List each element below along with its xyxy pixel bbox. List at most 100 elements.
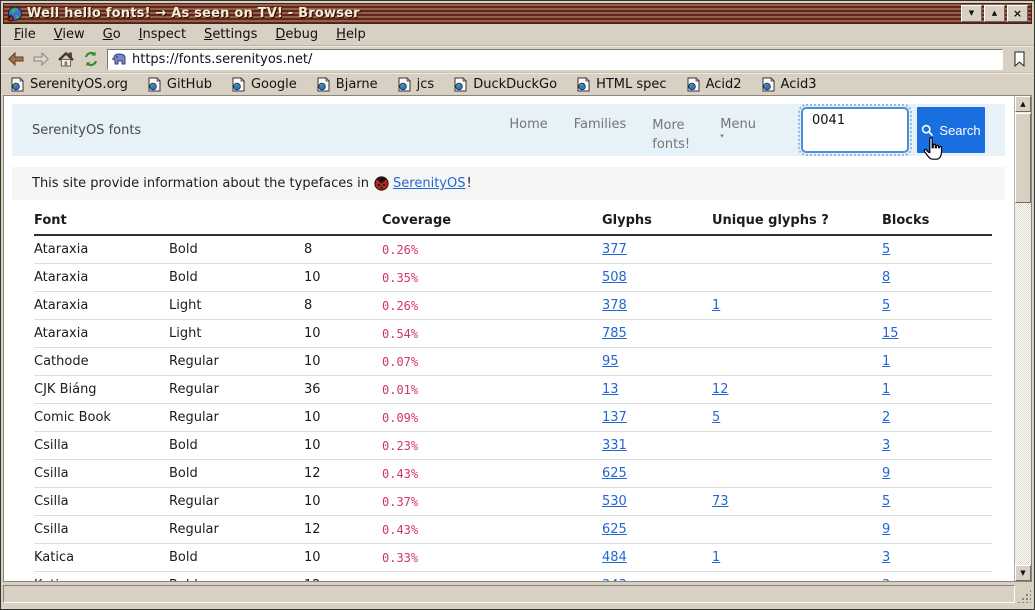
bookmark-acid2[interactable]: Acid2 xyxy=(686,77,742,92)
nav-families[interactable]: Families xyxy=(574,117,627,155)
blocks-link[interactable]: 2 xyxy=(882,410,992,425)
blocks-link[interactable]: 8 xyxy=(882,270,992,285)
bookmark-ribbon-icon[interactable] xyxy=(1010,50,1028,68)
unique-glyphs-link[interactable]: 73 xyxy=(712,494,882,509)
menu-go[interactable]: Go xyxy=(94,26,130,43)
bookmark-acid3[interactable]: Acid3 xyxy=(761,77,817,92)
vertical-scrollbar[interactable]: ▲ ▼ xyxy=(1014,96,1031,581)
glyphs-link[interactable]: 137 xyxy=(602,410,712,425)
unique-glyphs-link[interactable]: 1 xyxy=(712,298,882,313)
web-page: SerenityOS fonts HomeFamiliesMore fonts!… xyxy=(4,96,1014,581)
menu-inspect[interactable]: Inspect xyxy=(130,26,195,43)
glyphs-link[interactable]: 625 xyxy=(602,466,712,481)
font-name: Katica xyxy=(34,578,169,581)
page-globe-icon xyxy=(576,77,590,92)
coverage-percent: 0.43% xyxy=(382,467,462,481)
blocks-link[interactable]: 5 xyxy=(882,242,992,257)
table-header-row: Font Coverage Glyphs Unique glyphs ? Blo… xyxy=(34,206,992,236)
blocks-link[interactable]: 3 xyxy=(882,578,992,581)
address-bar[interactable]: https://fonts.serenityos.net/ xyxy=(107,49,1003,70)
blocks-link[interactable]: 3 xyxy=(882,550,992,565)
menu-view[interactable]: View xyxy=(45,26,94,43)
glyphs-link[interactable]: 378 xyxy=(602,298,712,313)
minimize-button[interactable]: ▼ xyxy=(961,5,982,22)
table-row: Ataraxia Light 10 0.54% 785 15 xyxy=(34,320,992,348)
glyphs-link[interactable]: 377 xyxy=(602,242,712,257)
glyphs-link[interactable]: 95 xyxy=(602,354,712,369)
unique-glyphs-link[interactable]: 5 xyxy=(712,410,882,425)
url-text: https://fonts.serenityos.net/ xyxy=(132,52,312,67)
intro-prefix: This site provide information about the … xyxy=(32,176,369,191)
coverage-percent: 0.09% xyxy=(382,411,462,425)
coverage-percent: 0.07% xyxy=(382,355,462,369)
back-button[interactable] xyxy=(7,50,25,68)
title-bar[interactable]: Well hello fonts! → As seen on TV! - Bro… xyxy=(3,3,1032,24)
blocks-link[interactable]: 15 xyxy=(882,326,992,341)
glyphs-link[interactable]: 530 xyxy=(602,494,712,509)
page-globe-icon xyxy=(397,77,411,92)
glyphs-link[interactable]: 484 xyxy=(602,550,712,565)
bookmark-github[interactable]: GitHub xyxy=(147,77,212,92)
nav-more-fonts-[interactable]: More fonts! xyxy=(652,117,694,155)
col-header-glyphs: Glyphs xyxy=(602,213,712,228)
blocks-link[interactable]: 1 xyxy=(882,354,992,369)
glyphs-link[interactable]: 785 xyxy=(602,326,712,341)
search-input[interactable]: 0041 xyxy=(801,107,909,153)
bookmark-label: Acid2 xyxy=(706,77,742,92)
search-button[interactable]: Search xyxy=(917,107,985,153)
glyphs-link[interactable]: 625 xyxy=(602,522,712,537)
nav-home[interactable]: Home xyxy=(509,117,547,155)
blocks-link[interactable]: 9 xyxy=(882,522,992,537)
browser-globe-ladybug-icon xyxy=(7,6,23,22)
bookmark-google[interactable]: Google xyxy=(231,77,297,92)
glyphs-link[interactable]: 508 xyxy=(602,270,712,285)
glyphs-link[interactable]: 331 xyxy=(602,438,712,453)
site-nav: Home Families More fonts! Menu▾ xyxy=(509,104,756,155)
coverage-percent: 0.33% xyxy=(382,551,462,565)
table-row: Ataraxia Light 8 0.26% 378 1 5 xyxy=(34,292,992,320)
font-style: Bold xyxy=(169,438,304,453)
scrollbar-thumb[interactable] xyxy=(1015,113,1031,203)
bookmark-serenityos-org[interactable]: SerenityOS.org xyxy=(10,77,128,92)
intro-text: This site provide information about the … xyxy=(12,167,1005,200)
resize-grip-icon[interactable] xyxy=(1017,589,1031,603)
bookmark-bjarne[interactable]: Bjarne xyxy=(316,77,378,92)
bookmark-duckduckgo[interactable]: DuckDuckGo xyxy=(453,77,557,92)
close-button[interactable]: × xyxy=(1007,5,1028,22)
home-button[interactable] xyxy=(57,50,75,68)
page-globe-icon xyxy=(316,77,330,92)
fonts-table: Font Coverage Glyphs Unique glyphs ? Blo… xyxy=(34,206,992,581)
unique-glyphs-link[interactable]: 1 xyxy=(712,550,882,565)
serenityos-link[interactable]: SerenityOS xyxy=(393,176,465,191)
menu-help[interactable]: Help xyxy=(327,26,375,43)
nav-menu[interactable]: Menu▾ xyxy=(720,117,756,155)
unique-glyphs-link[interactable]: 12 xyxy=(712,382,882,397)
font-size: 10 xyxy=(304,326,382,341)
font-style: Bold xyxy=(169,466,304,481)
bookmark-jcs[interactable]: jcs xyxy=(397,77,435,92)
blocks-link[interactable]: 3 xyxy=(882,438,992,453)
blocks-link[interactable]: 5 xyxy=(882,494,992,509)
col-header-coverage: Coverage xyxy=(382,213,602,228)
maximize-button[interactable]: ▲ xyxy=(984,5,1005,22)
table-row: Csilla Regular 10 0.37% 530 73 5 xyxy=(34,488,992,516)
menu-debug[interactable]: Debug xyxy=(266,26,327,43)
blocks-link[interactable]: 1 xyxy=(882,382,992,397)
table-row: Csilla Bold 12 0.43% 625 9 xyxy=(34,460,992,488)
menu-bar: FileViewGoInspectSettingsDebugHelp xyxy=(1,24,1034,46)
reload-button[interactable] xyxy=(82,50,100,68)
scroll-down-button[interactable]: ▼ xyxy=(1015,565,1031,581)
glyphs-link[interactable]: 13 xyxy=(602,382,712,397)
coverage-percent: 0.23% xyxy=(382,439,462,453)
bookmark-html-spec[interactable]: HTML spec xyxy=(576,77,666,92)
menu-file[interactable]: File xyxy=(5,26,45,43)
table-row: Ataraxia Bold 8 0.26% 377 5 xyxy=(34,236,992,264)
table-row: Comic Book Regular 10 0.09% 137 5 2 xyxy=(34,404,992,432)
scroll-up-button[interactable]: ▲ xyxy=(1015,96,1031,112)
forward-button[interactable] xyxy=(32,50,50,68)
coverage-percent: 0.24% xyxy=(382,579,462,582)
blocks-link[interactable]: 5 xyxy=(882,298,992,313)
menu-settings[interactable]: Settings xyxy=(195,26,266,43)
blocks-link[interactable]: 9 xyxy=(882,466,992,481)
glyphs-link[interactable]: 343 xyxy=(602,578,712,581)
